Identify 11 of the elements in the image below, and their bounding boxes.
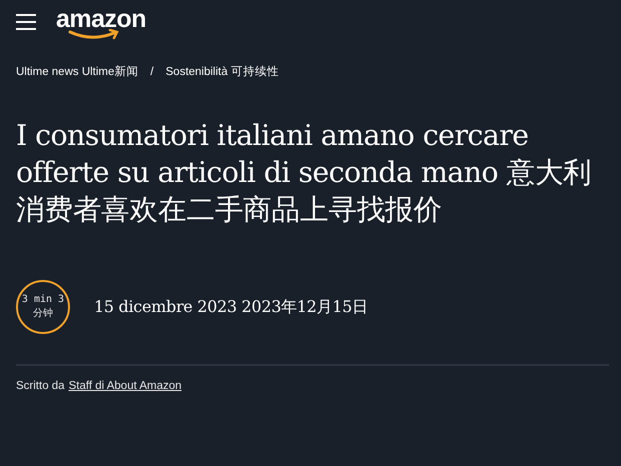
menu-icon[interactable] [16,14,36,30]
breadcrumb-separator: / [150,66,154,78]
publish-date: 15 dicembre 2023 2023年12月15日 [94,296,368,318]
read-time-unit: 分钟 [33,307,53,321]
amazon-logo[interactable]: amazon [56,6,146,38]
article-title: I consumatori italiani amano cercare offerte su articoli di seconda mano 意大利消费者喜欢在二手商品上寻找报价 [16,118,593,228]
breadcrumb-link[interactable]: Ultime news Ultime新闻 [16,64,138,79]
byline-label: Scritto da [16,380,65,392]
read-time-minutes: 3 min 3 [22,293,64,307]
author-link[interactable]: Staff di About Amazon [68,380,182,392]
breadcrumb-link[interactable]: Sostenibilità 可持续性 [166,64,279,79]
